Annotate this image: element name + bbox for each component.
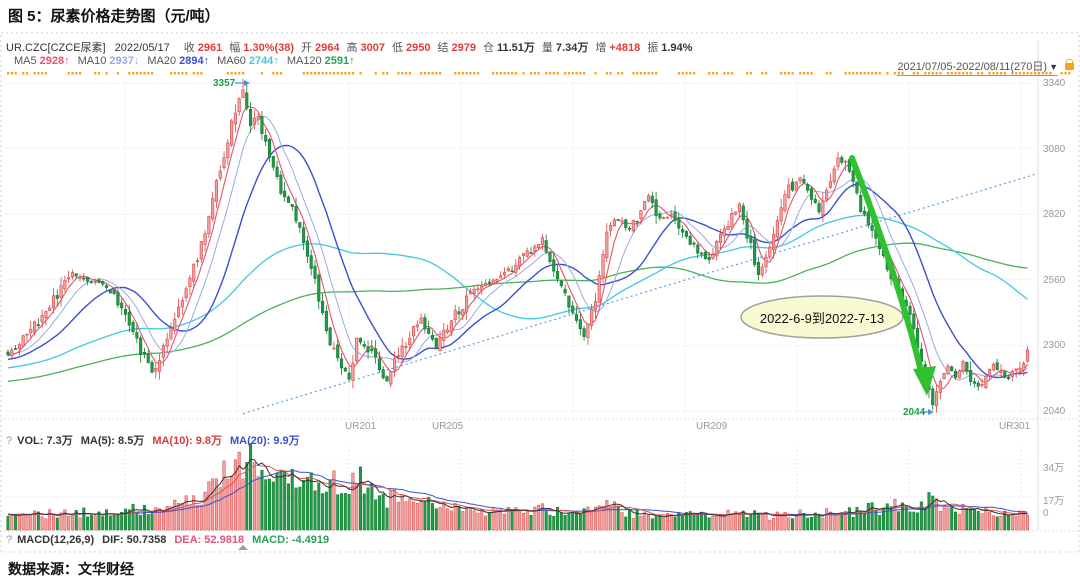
price-chart-canvas[interactable] <box>0 0 1080 583</box>
ticker-bar: UR.CZC[CZCE尿素] 2022/05/17 收 2961 幅 1.30%(38… <box>6 39 692 55</box>
legend-field: 幅 1.30%(38) <box>229 42 295 54</box>
contract-axis-label: UR209 <box>696 421 728 432</box>
price-axis-tick: 2040 <box>1043 406 1066 417</box>
legend-item: MACD: -4.4919 <box>252 534 330 546</box>
figure-title: 图 5：尿素价格走势图（元/吨） <box>8 8 220 25</box>
date-range-selector[interactable]: 2021/07/05-2022/08/11(270日) ▼ <box>897 58 1058 76</box>
legend-item: DIF: 50.7358 <box>102 534 167 546</box>
date-range-label: 2021/07/05-2022/08/11(270日) <box>897 61 1048 73</box>
data-source: 数据来源：文华财经 <box>8 561 134 577</box>
help-icon[interactable]: ? <box>6 435 12 447</box>
volume-header: ? VOL: 7.3万 MA(5): 8.5万 MA(10): 9.8万 MA(20):… <box>6 432 308 448</box>
legend-field: MA5 2928↑ <box>14 55 70 67</box>
volume-axis-tick: 0 <box>1043 508 1049 519</box>
volume-legend-items: VOL: 7.3万 MA(5): 8.5万 MA(10): 9.8万 MA(20): … <box>17 435 308 447</box>
legend-item: MA(5): 8.5万 <box>80 435 145 447</box>
legend-field: 收 2961 <box>183 42 223 54</box>
legend-field: MA20 2894↑ <box>147 55 210 67</box>
legend-field: MA10 2937↓ <box>77 55 140 67</box>
price-axis-tick: 3340 <box>1043 78 1066 89</box>
legend-field: 增 +4818 <box>595 42 641 54</box>
legend-field: 仓 11.51万 <box>482 42 535 54</box>
legend-field: 量 7.34万 <box>541 42 589 54</box>
high-price-label: 3357 <box>213 78 236 89</box>
contract-axis-label: UR301 <box>999 421 1031 432</box>
ma-legend: MA5 2928↑ MA10 2937↓ MA20 2894↑ MA60 2744↑ MA120… <box>6 55 355 67</box>
macd-header: ? MACD(12,26,9) DIF: 50.7358 DEA: 52.9818 MA… <box>6 534 337 546</box>
legend-field: 高 3007 <box>346 42 386 54</box>
legend-item: VOL: 7.3万 <box>17 435 73 447</box>
instrument-symbol: UR.CZC[CZCE尿素] <box>6 42 106 54</box>
legend-field: 开 2964 <box>301 42 340 54</box>
legend-field: 结 2979 <box>437 42 476 54</box>
low-price-label: 2044 <box>903 407 926 418</box>
legend-item: MA(10): 9.8万 <box>152 435 222 447</box>
price-axis-tick: 2560 <box>1043 274 1066 286</box>
collapse-pane-chevron-icon[interactable] <box>238 545 248 550</box>
volume-axis-tick: 34万 <box>1043 463 1065 474</box>
price-axis-tick: 2820 <box>1043 209 1066 221</box>
contract-axis-label: UR201 <box>345 421 377 432</box>
help-icon[interactable]: ? <box>6 534 12 546</box>
contract-axis-label: UR205 <box>432 421 464 432</box>
macd-legend-items: MACD(12,26,9) DIF: 50.7358 DEA: 52.9818 MAC… <box>17 534 337 546</box>
volume-axis-tick: 17万 <box>1043 496 1065 507</box>
legend-field: 低 2950 <box>392 42 431 54</box>
legend-field: MA120 2591↑ <box>286 55 355 67</box>
legend-item: DEA: 52.9818 <box>174 534 245 546</box>
legend-field: 振 1.94% <box>647 42 693 54</box>
price-axis-tick: 3080 <box>1043 143 1066 155</box>
chevron-down-icon: ▼ <box>1049 62 1058 72</box>
ticker-fields: 收 2961 幅 1.30%(38) 开 2964 高 3007 低 2950 结 2979 仓 11.5… <box>177 42 693 54</box>
legend-item: MACD(12,26,9) <box>17 534 95 546</box>
legend-item: MA(20): 9.9万 <box>230 435 300 447</box>
price-axis-tick: 2300 <box>1043 340 1066 352</box>
quote-date: 2022/05/17 <box>114 42 170 54</box>
legend-field: MA60 2744↑ <box>217 55 279 67</box>
annotation-text: 2022-6-9到2022-7-13 <box>759 311 885 326</box>
